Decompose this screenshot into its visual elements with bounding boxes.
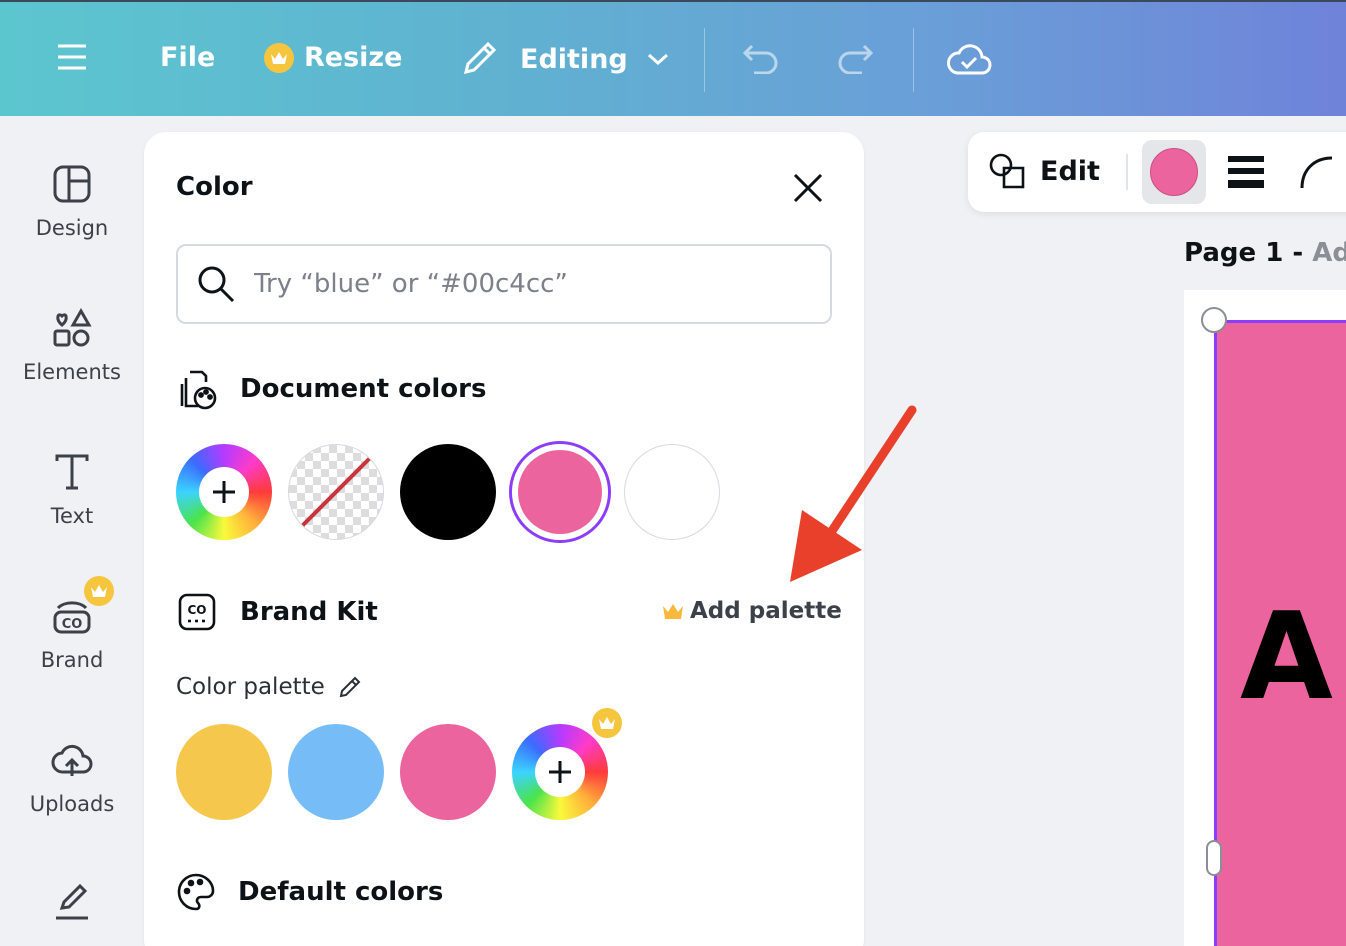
draw-icon — [56, 883, 88, 920]
undo-button[interactable] — [742, 42, 780, 74]
add-palette-label: Add palette — [690, 598, 842, 624]
editing-mode-button[interactable]: Editing — [460, 40, 670, 78]
top-toolbar: File Resize Editing — [0, 0, 1346, 116]
page-number: Page 1 - — [1184, 238, 1304, 268]
crown-icon — [84, 576, 114, 606]
crown-icon — [663, 604, 683, 619]
left-sidebar: Design Elements Text CO Brand Uploads — [0, 116, 144, 946]
sidebar-item-text[interactable]: Text — [0, 452, 144, 528]
side-resize-handle[interactable] — [1206, 840, 1222, 876]
sidebar-item-elements[interactable]: Elements — [0, 308, 144, 384]
close-icon — [793, 173, 823, 203]
menu-button[interactable] — [56, 42, 88, 72]
brand-swatch-pink[interactable] — [400, 724, 496, 820]
text-icon — [55, 454, 89, 490]
cloud-upload-icon — [51, 744, 93, 776]
resize-button[interactable]: Resize — [264, 42, 402, 73]
sidebar-item-label: Design — [35, 216, 109, 240]
cloud-check-icon — [947, 44, 992, 75]
search-icon — [198, 266, 235, 303]
default-colors-heading: Default colors — [176, 872, 443, 912]
sidebar-item-label: Uploads — [29, 792, 115, 816]
border-style-button[interactable] — [1226, 154, 1266, 194]
close-button[interactable] — [790, 170, 826, 206]
editing-label: Editing — [520, 43, 628, 75]
default-colors-title: Default colors — [238, 877, 444, 907]
corner-rounding-button[interactable] — [1298, 154, 1338, 194]
layout-icon — [53, 165, 91, 203]
file-menu-button[interactable]: File — [160, 42, 215, 73]
plus-icon — [213, 481, 235, 503]
resize-label: Resize — [304, 42, 403, 73]
sidebar-item-draw[interactable] — [0, 882, 144, 922]
toolbar-divider — [704, 28, 705, 92]
sidebar-item-label: Elements — [23, 360, 121, 384]
corner-radius-icon — [1300, 156, 1333, 189]
panel-title: Color — [176, 172, 253, 202]
document-colors-title: Document colors — [240, 374, 487, 404]
palette-icon — [177, 873, 215, 911]
canvas-text[interactable]: A — [1240, 598, 1333, 718]
add-brand-color-swatch[interactable] — [512, 724, 608, 820]
file-menu-label: File — [160, 42, 216, 73]
page-label: Page 1 - Add — [1184, 238, 1346, 268]
sidebar-item-brand[interactable]: CO Brand — [0, 576, 144, 672]
element-toolbar: Edit — [968, 132, 1346, 212]
transparent-swatch[interactable] — [288, 444, 384, 540]
brand-swatch-yellow[interactable] — [176, 724, 272, 820]
brand-swatch-blue[interactable] — [288, 724, 384, 820]
hamburger-icon — [58, 44, 86, 70]
current-color-swatch — [1150, 148, 1198, 196]
fill-color-button[interactable] — [1142, 140, 1206, 204]
shapes-icon — [53, 308, 92, 347]
annotation-arrow-icon — [790, 405, 917, 582]
svg-text:CO: CO — [187, 603, 206, 617]
color-panel: Color Document colors CO — [144, 132, 864, 946]
redo-icon — [838, 44, 874, 74]
add-color-swatch[interactable] — [176, 444, 272, 540]
save-status-button[interactable] — [946, 40, 992, 78]
color-palette-label-row: Color palette — [176, 674, 363, 700]
brand-kit-icon: CO — [53, 601, 91, 634]
no-color-slash-icon — [300, 456, 372, 528]
crown-icon — [264, 42, 294, 73]
color-search-input[interactable] — [254, 264, 814, 304]
page-title-input[interactable]: Add — [1312, 238, 1346, 268]
sidebar-item-uploads[interactable]: Uploads — [0, 740, 144, 816]
border-weight-icon — [1228, 156, 1264, 188]
color-swatch-black[interactable] — [400, 444, 496, 540]
brand-kit-title: Brand Kit — [240, 597, 378, 627]
pencil-icon[interactable] — [337, 674, 363, 700]
brand-kit-icon: CO — [178, 593, 216, 631]
shape-edit-icon — [989, 153, 1025, 189]
document-palette-icon — [180, 370, 217, 410]
edit-shape-button[interactable]: Edit — [988, 152, 1100, 190]
document-colors-heading: Document colors — [176, 368, 486, 410]
add-palette-button[interactable]: Add palette — [662, 598, 842, 624]
brand-kit-heading: CO Brand Kit — [176, 592, 378, 632]
resize-handle[interactable] — [1201, 307, 1227, 333]
sidebar-item-label: Text — [50, 504, 94, 528]
color-palette-label: Color palette — [176, 674, 325, 700]
color-swatch-pink-selected[interactable] — [512, 444, 608, 540]
color-swatch-white[interactable] — [624, 444, 720, 540]
crown-icon — [592, 708, 622, 738]
pencil-icon — [463, 41, 497, 75]
toolbar-divider — [913, 28, 914, 92]
chevron-down-icon — [647, 53, 668, 66]
color-search-box — [176, 244, 832, 324]
sidebar-item-design[interactable]: Design — [0, 164, 144, 240]
toolbar-divider — [1126, 154, 1128, 190]
redo-button[interactable] — [836, 42, 874, 74]
edit-label: Edit — [1040, 155, 1100, 187]
plus-icon — [549, 761, 571, 783]
undo-icon — [742, 44, 778, 74]
sidebar-item-label: Brand — [40, 648, 104, 672]
svg-text:CO: CO — [62, 617, 83, 632]
